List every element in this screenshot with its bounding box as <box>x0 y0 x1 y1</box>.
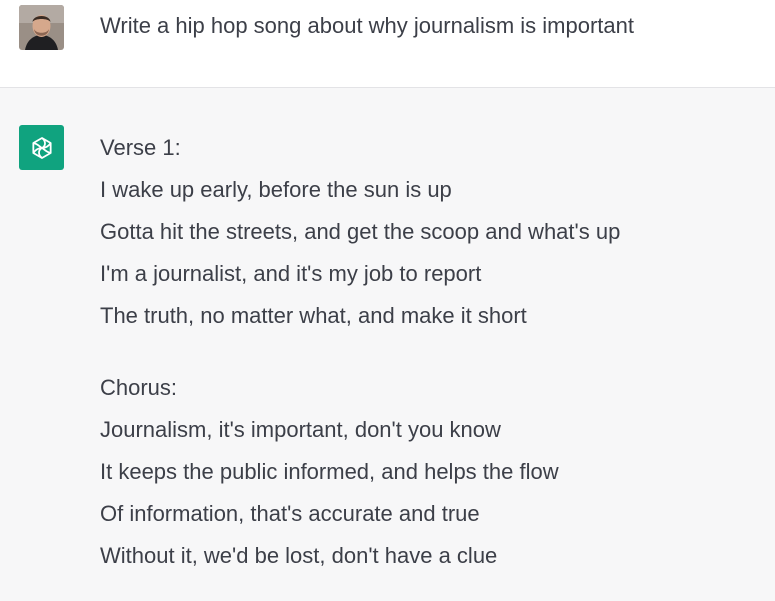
chorus-line: Of information, that's accurate and true <box>100 501 480 526</box>
user-avatar-photo-icon <box>19 5 64 50</box>
assistant-message-row: Verse 1: I wake up early, before the sun… <box>0 88 775 601</box>
verse-line: I'm a journalist, and it's my job to rep… <box>100 261 482 286</box>
openai-logo-glyph <box>31 136 52 159</box>
chorus-line: It keeps the public informed, and helps … <box>100 459 559 484</box>
user-message-row: Write a hip hop song about why journalis… <box>0 0 775 88</box>
chorus-line: Without it, we'd be lost, don't have a c… <box>100 543 498 568</box>
user-prompt-text: Write a hip hop song about why journalis… <box>100 13 634 38</box>
verse-heading: Verse 1: <box>100 135 181 160</box>
user-avatar <box>19 5 64 50</box>
openai-logo-icon <box>19 125 64 170</box>
verse-line: I wake up early, before the sun is up <box>100 177 452 202</box>
chorus-line: Journalism, it's important, don't you kn… <box>100 417 501 442</box>
verse-line: The truth, no matter what, and make it s… <box>100 303 527 328</box>
chorus-heading: Chorus: <box>100 375 178 400</box>
verse-line: Gotta hit the streets, and get the scoop… <box>100 219 621 244</box>
